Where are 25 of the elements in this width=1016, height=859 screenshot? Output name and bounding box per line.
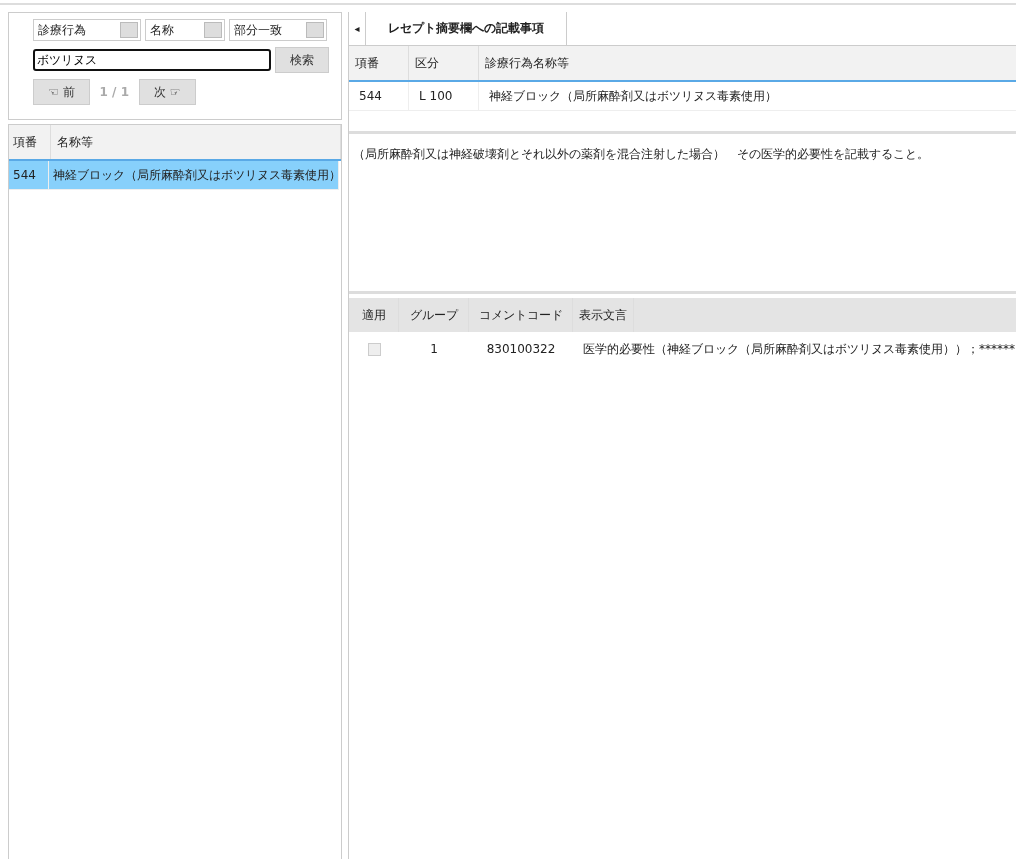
column-header: グループ xyxy=(399,298,469,332)
previous-button[interactable]: ☜ 前 xyxy=(33,79,90,105)
table-cell-text: 830100322 xyxy=(485,341,557,358)
page-indicator: 1 / 1 xyxy=(99,85,129,99)
note-text: （局所麻酔剤又は神経破壊剤とそれ以外の薬剤を混合注射した場合） その医学的必要性を記載すること。 xyxy=(349,134,1016,294)
table-cell-text: 医学的必要性（神経ブロック（局所麻酔剤又はボツリヌス毒素使用））；****** xyxy=(582,341,1016,358)
dropdown[interactable]: 名称 xyxy=(145,19,225,41)
search-button[interactable]: 検索 xyxy=(275,47,329,73)
column-header: 区分 xyxy=(409,46,479,80)
search-field[interactable]: ボツリヌス xyxy=(33,49,271,71)
column-header: 項番 xyxy=(349,46,409,80)
list-row[interactable]: 544 神経ブロック（局所麻酔剤又はボツリヌス毒素使用） xyxy=(9,161,339,190)
dropdown[interactable]: 診療行為 xyxy=(33,19,141,41)
column-header: コメントコード xyxy=(469,298,573,332)
next-button[interactable]: 次 ☞ xyxy=(139,79,196,105)
column-header: 表示文言 xyxy=(573,298,634,332)
column-header: 名称等 xyxy=(51,125,341,159)
column-header: 項番 xyxy=(9,125,51,159)
table-cell: 544 xyxy=(349,82,409,110)
column-header: 適用 xyxy=(349,298,399,332)
table-cell: L 100 xyxy=(409,82,479,110)
table-cell: 神経ブロック（局所麻酔剤又はボツリヌス毒素使用） xyxy=(479,82,1016,110)
column-header: 診療行為名称等 xyxy=(479,46,1016,80)
dropdown[interactable]: 部分一致 xyxy=(229,19,327,41)
table-cell-text: 1 xyxy=(429,341,439,358)
